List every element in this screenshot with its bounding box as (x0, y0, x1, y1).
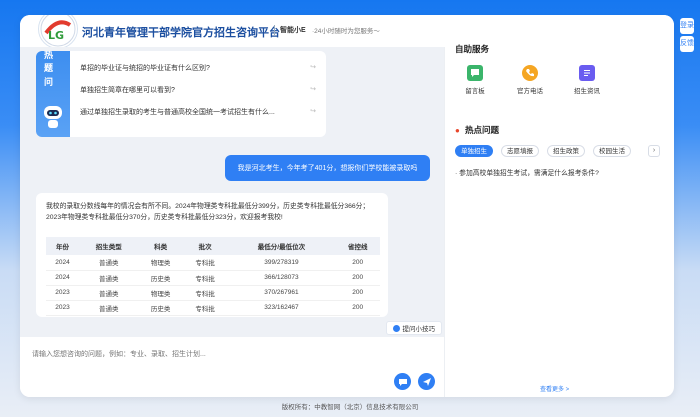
hot-questions-card: 热 题 问 单招的毕业证与统招的毕业证有什么区别? ↪ 单独招生简章在哪里可以看… (36, 51, 326, 137)
table-header-row: 年份 招生类型 科类 批次 最低分/最低位次 省控线 (46, 237, 380, 255)
service-label: 留言板 (465, 88, 485, 95)
input-area (20, 337, 444, 397)
service-official-phone[interactable]: 官方电话 (505, 65, 555, 95)
banner-char: 问 (44, 77, 54, 87)
question-tips-label: 提问小技巧 (402, 326, 436, 333)
view-more-link[interactable]: 查看更多 > (540, 384, 569, 393)
table-cell: 2023 (46, 300, 80, 316)
banner-char: 题 (44, 63, 54, 73)
table-row: 2023 普通类 物理类 专科批 370/267961 200 (46, 285, 380, 301)
phone-icon (522, 65, 538, 81)
bot-name: 智能小E (280, 27, 306, 34)
table-header: 年份 (46, 237, 80, 255)
table-cell: 399/278319 (227, 255, 336, 271)
chat-history-button[interactable] (394, 373, 411, 390)
college-logo: LG (38, 15, 78, 49)
hot-topics-title: 热点问题 (465, 125, 500, 135)
question-input[interactable] (32, 345, 392, 363)
site-title: 河北青年管理干部学院官方招生咨询平台 (82, 27, 280, 39)
service-label: 招生资讯 (574, 88, 600, 95)
hot-question-text: 单招的毕业证与统招的毕业证有什么区别? (80, 65, 210, 72)
chat-bubble-icon (398, 378, 407, 386)
table-header: 省控线 (335, 237, 380, 255)
header-divider (274, 25, 275, 36)
hot-question-item[interactable]: 通过单独招生录取的考生与普通高校全国统一考试招生有什么... ↪ (80, 107, 320, 117)
table-cell: 370/267961 (227, 285, 336, 301)
admission-score-table: 年份 招生类型 科类 批次 最低分/最低位次 省控线 2024 普通类 物理类 … (46, 237, 380, 316)
table-cell: 普通类 (79, 300, 139, 316)
question-tips-button[interactable]: 提问小技巧 (385, 321, 442, 335)
table-cell: 历史类 (138, 270, 183, 286)
fire-icon: ● (455, 126, 460, 135)
table-header: 招生类型 (79, 237, 139, 255)
table-row: 2023 普通类 历史类 专科批 323/162467 200 (46, 300, 380, 316)
hot-topic-question[interactable]: · 参加高校单独招生考试，需满足什么报考条件? (455, 167, 599, 177)
table-header: 最低分/最低位次 (227, 237, 336, 255)
table-cell: 323/162467 (227, 300, 336, 316)
hot-question-text: 通过单独招生录取的考生与普通高校全国统一考试招生有什么... (80, 109, 275, 116)
hot-question-text: 单独招生简章在哪里可以看到? (80, 87, 175, 94)
table-cell: 专科批 (182, 300, 228, 316)
tab-campus-life[interactable]: 校园生活 (593, 145, 631, 157)
table-cell: 专科批 (182, 270, 228, 286)
table-row: 2024 普通类 历史类 专科批 366/128073 200 (46, 270, 380, 286)
news-icon (579, 65, 595, 81)
tab-policy[interactable]: 招生政策 (547, 145, 585, 157)
redo-arrow-icon: ↪ (310, 64, 316, 71)
table-cell: 普通类 (79, 270, 139, 286)
self-service-title: 自助服务 (455, 44, 490, 54)
table-cell: 专科批 (182, 285, 228, 301)
bot-slogan: ·24小时随时为您服务～ (312, 28, 380, 35)
service-label: 官方电话 (517, 88, 543, 95)
login-float-button[interactable]: 登录 (680, 18, 694, 34)
table-header: 批次 (182, 237, 228, 255)
table-cell: 物理类 (138, 255, 183, 271)
table-cell: 2024 (46, 255, 80, 271)
main-card: LG 河北青年管理干部学院官方招生咨询平台 智能小E ·24小时随时为您服务～ … (20, 15, 674, 397)
send-icon (422, 377, 431, 386)
tab-application[interactable]: 志愿填报 (501, 145, 539, 157)
feedback-float-button[interactable]: 反馈 (680, 36, 694, 52)
banner-char: 热 (44, 51, 54, 60)
tab-independent-admission[interactable]: 单独招生 (455, 145, 493, 157)
sidebar: 自助服务 留言板 官方电话 招生资讯 ● 热点问题 单独招生 志愿填报 招生政策… (445, 15, 674, 397)
table-cell: 普通类 (79, 255, 139, 271)
table-cell: 200 (335, 285, 380, 301)
service-message-board[interactable]: 留言板 (450, 65, 500, 95)
table-header: 科类 (138, 237, 183, 255)
table-row: 2024 普通类 物理类 专科批 399/278319 200 (46, 255, 380, 271)
redo-arrow-icon: ↪ (310, 86, 316, 93)
table-cell: 2024 (46, 270, 80, 286)
send-button[interactable] (418, 373, 435, 390)
service-admission-news[interactable]: 招生资讯 (562, 65, 612, 95)
bot-reply-card: 我校的录取分数线每年的情况会有所不同。2024年物理类专科批最低分399分，历史… (36, 193, 388, 317)
table-cell: 200 (335, 255, 380, 271)
message-board-icon (467, 65, 483, 81)
table-cell: 物理类 (138, 285, 183, 301)
footer-copyright: 版权所有：中教智网（北京）信息技术有限公司 (281, 404, 419, 411)
table-cell: 366/128073 (227, 270, 336, 286)
bot-reply-text: 我校的录取分数线每年的情况会有所不同。2024年物理类专科批最低分399分，历史… (46, 203, 370, 221)
table-cell: 200 (335, 300, 380, 316)
table-cell: 普通类 (79, 285, 139, 301)
hot-questions-banner: 热 题 问 (36, 51, 70, 137)
table-cell: 2023 (46, 285, 80, 301)
table-cell: 历史类 (138, 300, 183, 316)
robot-icon (44, 106, 62, 128)
redo-arrow-icon: ↪ (310, 108, 316, 115)
hot-question-item[interactable]: 单招的毕业证与统招的毕业证有什么区别? ↪ (80, 63, 320, 73)
chat-area[interactable]: 热 题 问 单招的毕业证与统招的毕业证有什么区别? ↪ 单独招生简章在哪里可以看… (20, 47, 444, 337)
svg-text:LG: LG (48, 29, 64, 42)
tabs-next-button[interactable]: › (648, 145, 660, 157)
table-cell: 200 (335, 270, 380, 286)
lightbulb-icon (392, 324, 400, 332)
user-message-bubble: 我是河北考生，今年考了401分，想报你们学校能被录取吗 (225, 155, 430, 181)
table-cell: 专科批 (182, 255, 228, 271)
hot-question-item[interactable]: 单独招生简章在哪里可以看到? ↪ (80, 85, 320, 95)
